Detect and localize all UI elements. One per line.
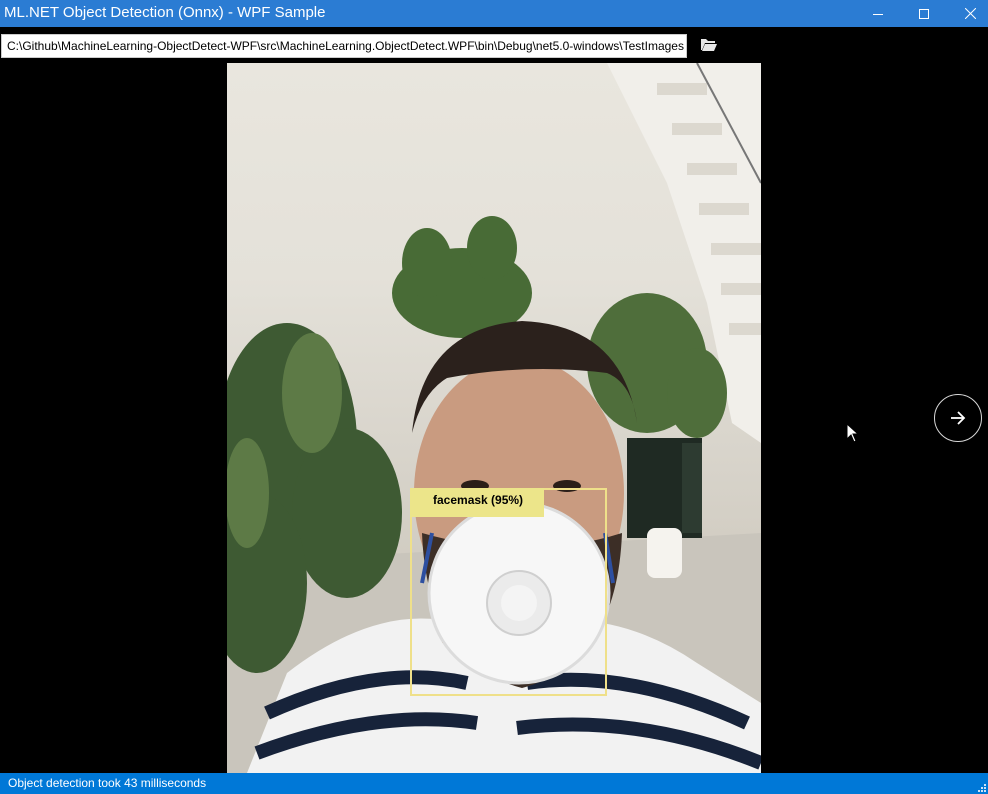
title-bar[interactable]: ML.NET Object Detection (Onnx) - WPF Sam… — [0, 0, 988, 27]
minimize-icon — [873, 13, 883, 15]
folder-path-input[interactable]: C:\Github\MachineLearning-ObjectDetect-W… — [1, 34, 687, 58]
detection-bounding-box — [410, 488, 607, 696]
minimize-button[interactable] — [855, 0, 901, 27]
folder-open-icon — [701, 39, 717, 51]
detected-image: facemask (95%) — [227, 63, 761, 773]
next-image-button[interactable] — [934, 394, 982, 442]
window-title: ML.NET Object Detection (Onnx) - WPF Sam… — [4, 4, 326, 21]
detection-label: facemask (95%) — [410, 488, 544, 517]
maximize-icon — [919, 8, 929, 19]
status-bar: Object detection took 43 milliseconds — [0, 773, 988, 794]
open-folder-button[interactable] — [700, 37, 720, 54]
maximize-button[interactable] — [901, 0, 947, 27]
mouse-cursor-icon — [846, 423, 860, 443]
close-button[interactable] — [947, 0, 988, 27]
resize-grip-icon[interactable] — [978, 784, 986, 792]
close-icon — [964, 8, 976, 19]
status-text: Object detection took 43 milliseconds — [8, 776, 207, 790]
arrow-right-icon — [951, 411, 966, 425]
